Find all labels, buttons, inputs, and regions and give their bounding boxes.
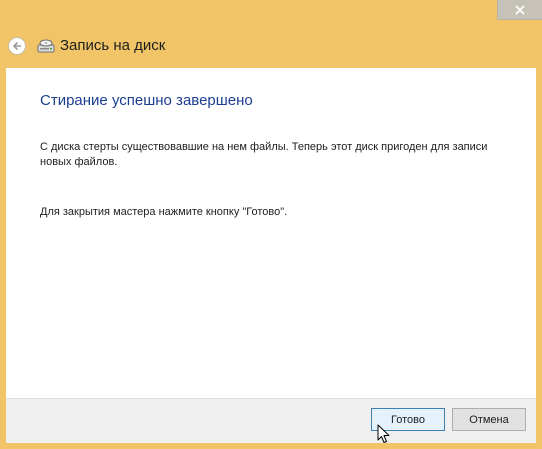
back-arrow-icon: [13, 42, 22, 50]
back-button[interactable]: [8, 37, 26, 55]
wizard-window: Запись на диск Стирание успешно завершен…: [0, 0, 542, 449]
page-heading: Стирание успешно завершено: [40, 92, 253, 109]
erase-result-message: С диска стерты существовавшие на нем фай…: [40, 141, 488, 168]
close-button[interactable]: [497, 0, 542, 20]
cancel-button[interactable]: Отмена: [452, 408, 526, 431]
close-instruction-text: Для закрытия мастера нажмите кнопку "Гот…: [40, 206, 288, 218]
button-bar: Готово Отмена: [6, 398, 536, 443]
wizard-title: Запись на диск: [60, 37, 166, 54]
disc-burner-icon: [37, 39, 55, 53]
close-icon: [515, 4, 525, 15]
content-panel: Стирание успешно завершено С диска стерт…: [6, 68, 536, 398]
finish-button[interactable]: Готово: [371, 408, 445, 431]
